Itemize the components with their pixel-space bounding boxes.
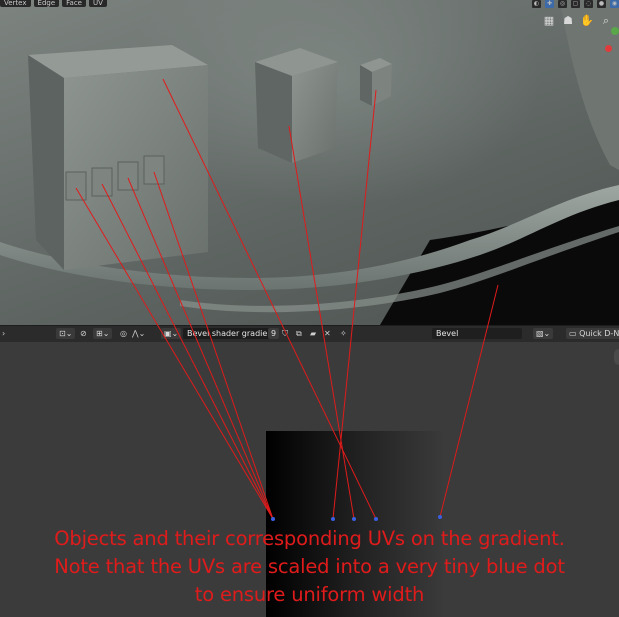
caption-line-1: Objects and their corresponding UVs on t… [54,527,565,550]
quick-button[interactable]: ▭ Quick D-N [566,328,619,339]
overlay-icon[interactable]: ◎ [558,0,567,8]
proportional-edit-icon[interactable]: ◎ [120,328,127,339]
solid-shading-icon[interactable]: ● [597,0,606,8]
select-mode-header: Vertex Edge Face UV [0,0,107,7]
sync-selection-icon[interactable]: ⊘ [80,328,87,339]
axis-y-gizmo[interactable] [611,27,619,35]
caption-line-3: to ensure uniform width [194,583,425,606]
unlink-close-icon[interactable]: ✕ [324,328,331,339]
pivot-dropdown[interactable]: ⊡⌄ [56,328,76,339]
caption-line-2: Note that the UVs are scaled into a very… [54,555,565,578]
box-medium-side [255,62,292,163]
face-mode-button[interactable]: Face [62,0,86,7]
pin-icon[interactable]: ✧ [340,328,347,339]
box-small-side [360,65,372,106]
display-channels-dropdown[interactable]: ▧⌄ [533,328,554,339]
quick-button-label: Quick D-N [579,329,619,338]
viewport-navigation: ▦ ☗ ✋ ⌕ [542,14,613,28]
editor-menu-chevron-icon[interactable]: › [2,328,5,339]
vertex-mode-button[interactable]: Vertex [0,0,31,7]
wireframe-shading-icon[interactable]: ◌ [584,0,593,8]
falloff-dropdown[interactable]: ⋀⌄ [132,328,145,339]
uv-editor-header: › ⊡⌄ ⊘ ⊞⌄ ◎ ⋀⌄ ▣⌄ Bevel shader gradie.. … [0,325,619,343]
fake-user-shield-icon[interactable]: ⛉ [282,328,288,339]
visibility-icon[interactable]: ◐ [532,0,541,8]
new-image-icon[interactable]: ⧉ [296,328,302,339]
record-indicator-icon [605,45,612,52]
xray-icon[interactable]: ▢ [571,0,580,8]
box-medium-face [292,62,338,163]
region-toggle-handle[interactable] [614,349,619,365]
viewport-scene [0,0,619,325]
uv-mode-button[interactable]: UV [88,0,107,7]
zoom-icon[interactable]: ⌕ [599,14,613,28]
camera-icon[interactable]: ☗ [561,14,575,28]
hand-icon[interactable]: ✋ [580,14,594,28]
quick-button-icon: ▭ [569,329,580,338]
box-large-side [28,55,64,270]
uv-map-field[interactable]: Bevel [432,328,522,339]
edge-mode-button[interactable]: Edge [33,0,60,7]
gizmo-icon[interactable]: ✚ [545,0,554,8]
image-name-field[interactable]: Bevel shader gradie.. [183,328,277,339]
image-browse-dropdown[interactable]: ▣⌄ [161,328,182,339]
viewport-shading-controls: ◐ ✚ ◎ ▢ ◌ ● ◉ [532,0,619,8]
3d-viewport[interactable]: Vertex Edge Face UV ◐ ✚ ◎ ▢ ◌ ● ◉ ▦ ☗ ✋ … [0,0,619,325]
annotation-caption: Objects and their corresponding UVs on t… [0,525,619,609]
grid-icon[interactable]: ▦ [542,14,556,28]
rendered-shading-icon[interactable]: ◉ [610,0,619,8]
image-users-count: 9 [268,328,280,339]
snap-dropdown[interactable]: ⊞⌄ [93,328,113,339]
open-image-folder-icon[interactable]: ▰ [310,328,316,339]
